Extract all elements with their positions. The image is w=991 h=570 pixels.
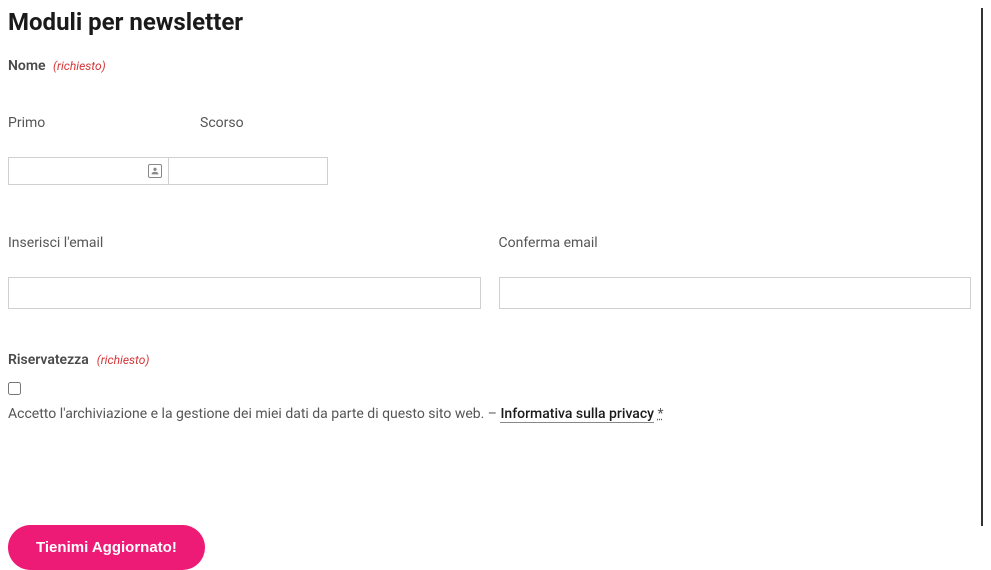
last-name-label: Scorso [200, 115, 244, 131]
privacy-checkbox[interactable] [8, 382, 21, 395]
first-name-wrapper [8, 157, 168, 185]
name-required-tag: (richiesto) [53, 59, 106, 73]
privacy-asterisk: * [657, 406, 663, 422]
page-title: Moduli per newsletter [8, 8, 971, 36]
privacy-label-text: Riservatezza [8, 352, 89, 368]
privacy-text: Accetto l'archiviazione e la gestione de… [8, 405, 664, 425]
name-sublabels-row: Primo Scorso [8, 112, 971, 131]
last-name-input[interactable] [168, 157, 328, 185]
privacy-required-tag: (richiesto) [97, 353, 150, 367]
privacy-field-label: Riservatezza (richiesto) [8, 349, 971, 368]
privacy-checkbox-row: Accetto l'archiviazione e la gestione de… [8, 382, 971, 425]
submit-button[interactable]: Tienimi Aggiornato! [8, 525, 205, 570]
privacy-policy-link[interactable]: Informativa sulla privacy [500, 406, 654, 423]
privacy-text-prefix: Accetto l'archiviazione e la gestione de… [8, 406, 500, 422]
form-container: Moduli per newsletter Nome (richiesto) P… [8, 8, 983, 526]
email-confirm-col: Conferma email [499, 235, 972, 309]
email-confirm-input[interactable] [499, 277, 972, 309]
first-name-label: Primo [8, 115, 45, 131]
email-enter-label: Inserisci l'email [8, 235, 481, 251]
email-enter-input[interactable] [8, 277, 481, 309]
first-name-input[interactable] [8, 157, 168, 185]
name-inputs-row [8, 157, 971, 185]
email-enter-col: Inserisci l'email [8, 235, 481, 309]
name-label-text: Nome [8, 58, 46, 74]
name-field-label: Nome (richiesto) [8, 58, 971, 74]
privacy-section: Riservatezza (richiesto) Accetto l'archi… [8, 349, 971, 425]
email-confirm-label: Conferma email [499, 235, 972, 251]
email-row: Inserisci l'email Conferma email [8, 235, 971, 309]
